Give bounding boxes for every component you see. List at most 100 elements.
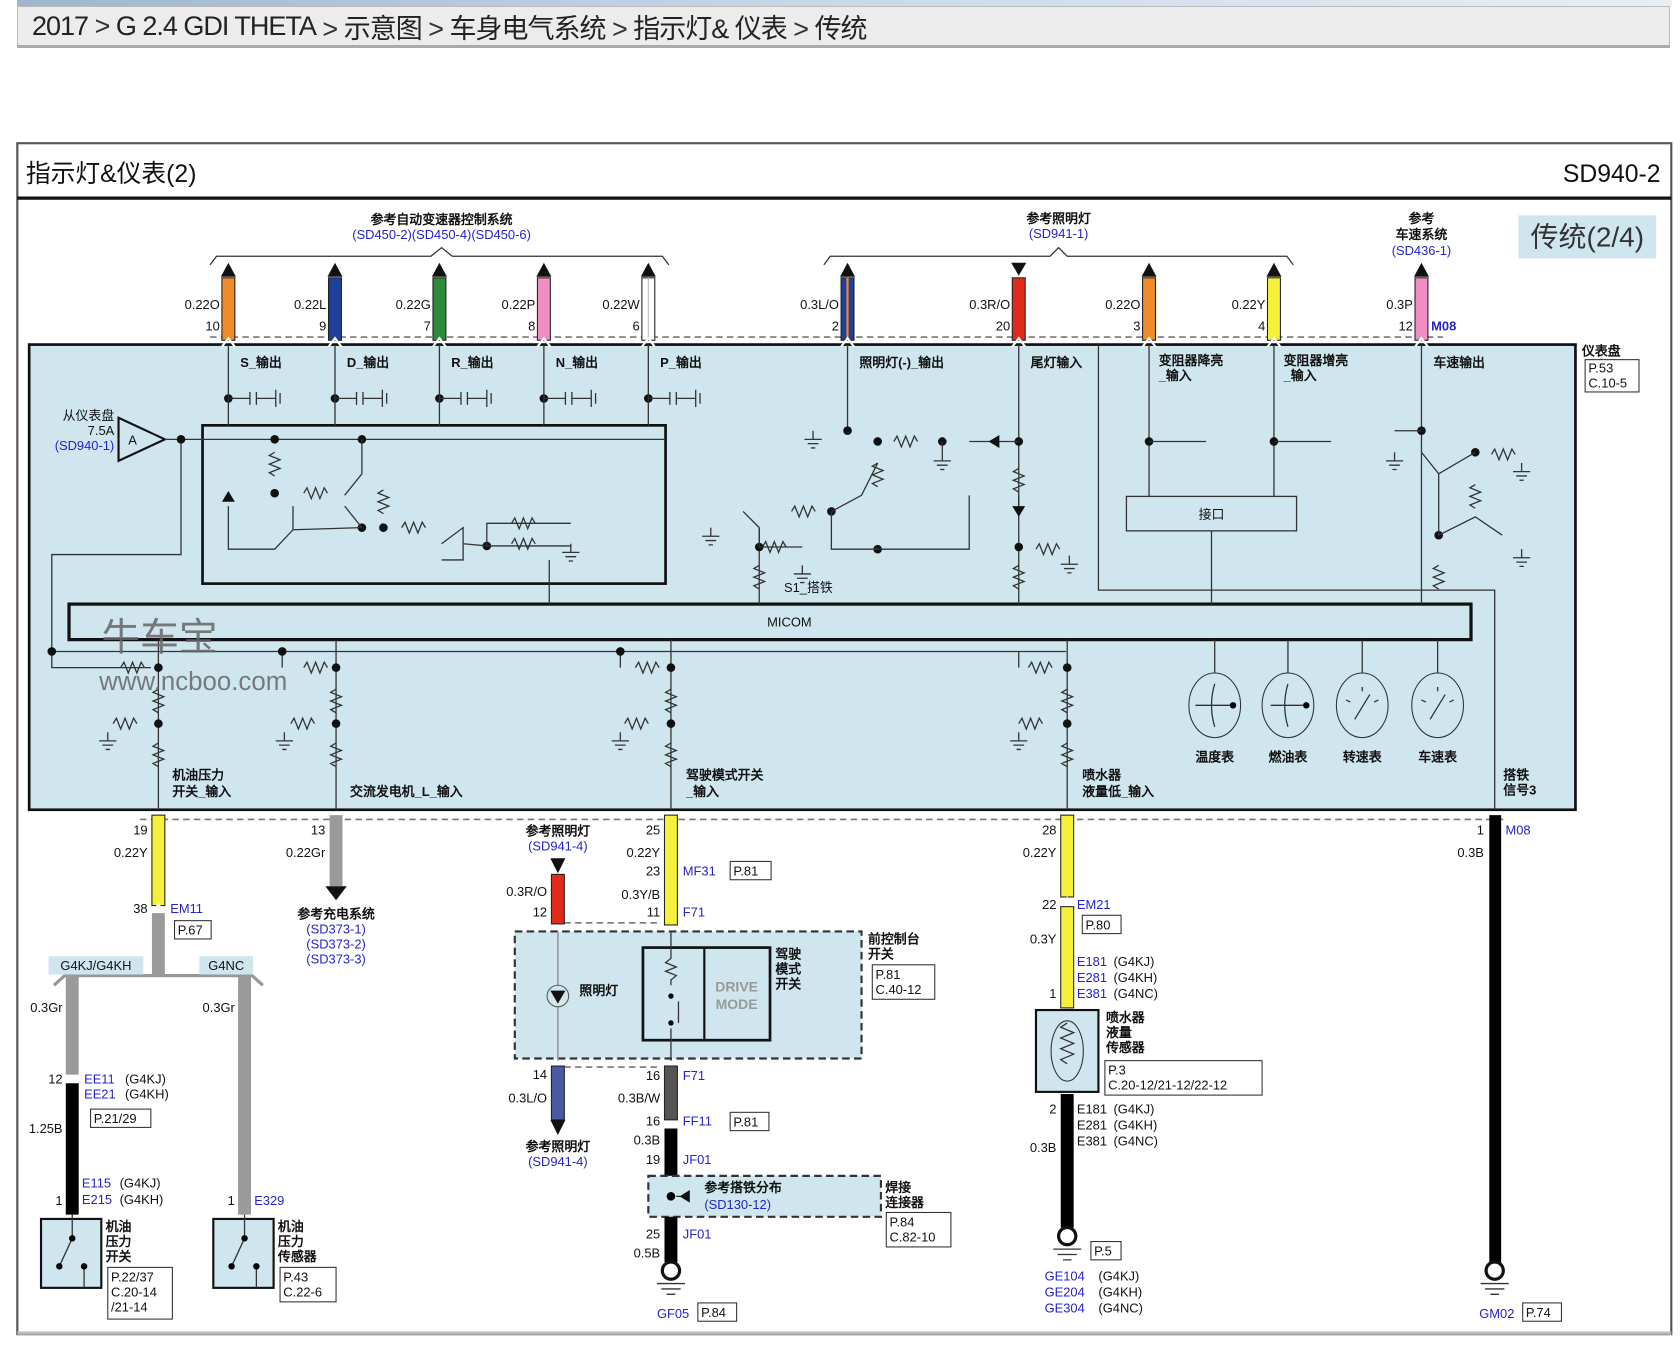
- ground-gm02-label[interactable]: GM02: [1479, 1306, 1514, 1321]
- lamp-pin: 12: [533, 904, 547, 919]
- oil-switch-conn1[interactable]: E115: [82, 1176, 111, 1191]
- oil-switch-conn2[interactable]: E215: [82, 1192, 112, 1207]
- joint-connector-label2: 连接器: [885, 1195, 925, 1210]
- drive-pin3: 11: [647, 904, 660, 919]
- drive-mode-logo2: MODE: [716, 996, 758, 1012]
- oil-switch-label1: 机油: [106, 1219, 132, 1234]
- ref-atc-codes[interactable]: (SD450-2)(SD450-4)(SD450-6): [352, 227, 531, 242]
- washer-out-var3: (G4NC): [1114, 1134, 1158, 1149]
- joint-connector-page[interactable]: P.84: [890, 1214, 915, 1229]
- washer-conn-e281[interactable]: E281: [1077, 970, 1107, 985]
- washer-conn-e181[interactable]: E181: [1077, 954, 1107, 969]
- ref-lighting-code[interactable]: (SD941-1): [1029, 226, 1089, 241]
- gndsig-connector[interactable]: M08: [1505, 823, 1530, 838]
- ground-gf05-label[interactable]: GF05: [657, 1306, 689, 1321]
- drive-conn-mf31[interactable]: MF31: [683, 863, 716, 878]
- junction-dot: [176, 435, 186, 444]
- drive-conn-jf01[interactable]: JF01: [683, 1152, 712, 1167]
- fuse-source-code[interactable]: (SD940-1): [55, 438, 115, 453]
- washer-ground-page[interactable]: P.5: [1094, 1244, 1112, 1259]
- lamp-ref2-title: 参考照明灯: [526, 1139, 591, 1154]
- oil-left-page[interactable]: P.21/29: [94, 1111, 137, 1126]
- washer-sensor-page[interactable]: P.3: [1108, 1063, 1126, 1078]
- drive-page2[interactable]: P.81: [733, 863, 758, 878]
- washer-wire-size: 0.22Y: [1023, 845, 1057, 860]
- joint-connector-label1: 焊接: [885, 1180, 911, 1195]
- diagram-title: 指示灯&仪表(2): [26, 160, 197, 188]
- input-ground-label2: 信号3: [1503, 783, 1536, 798]
- ground-ref-code[interactable]: (SD130-12): [704, 1197, 771, 1212]
- fuse-rating: 7.5A: [88, 423, 115, 438]
- ground-ge104-label[interactable]: GE104: [1045, 1268, 1085, 1283]
- lamp-ref2-code[interactable]: (SD941-4): [528, 1154, 588, 1169]
- pin-number: 6: [633, 319, 640, 334]
- junction-dot: [616, 647, 625, 656]
- oil-left-conn1[interactable]: EE11: [84, 1071, 115, 1086]
- oil-left-var1: (G4KJ): [125, 1071, 166, 1086]
- wire-ground-signal: [1489, 815, 1502, 1266]
- drive-conn-f71[interactable]: F71: [683, 904, 705, 919]
- oil-sensor-page[interactable]: P.43: [283, 1269, 308, 1284]
- oil-connector[interactable]: EM11: [170, 901, 203, 916]
- input-oil-label2: 开关_输入: [172, 784, 231, 799]
- alt-ref-code-1[interactable]: (SD373-1): [306, 922, 366, 937]
- junction-dot: [277, 647, 287, 656]
- gauge-tachometer: [1335, 672, 1389, 739]
- gauge-temperature-label: 温度表: [1195, 749, 1234, 764]
- oil-right-size: 0.3Gr: [203, 1000, 236, 1015]
- junction-dot: [1062, 719, 1072, 728]
- washer-pin3: 1: [1049, 986, 1056, 1001]
- oil-switch-page[interactable]: P.22/37: [111, 1269, 154, 1284]
- console-switch-page[interactable]: P.81: [876, 967, 901, 982]
- lamp-wire-size: 0.3R/O: [506, 884, 547, 899]
- alt-ref-code-3[interactable]: (SD373-3): [306, 952, 366, 967]
- washer-sensor-label3: 传感器: [1105, 1040, 1146, 1055]
- ground-gm02-page[interactable]: P.74: [1526, 1305, 1551, 1320]
- alt-ref-code-2[interactable]: (SD373-2): [306, 937, 366, 952]
- drive-page5[interactable]: P.81: [733, 1114, 758, 1129]
- washer-conn-e381[interactable]: E381: [1077, 986, 1107, 1001]
- wire-size: 0.22O: [185, 297, 220, 312]
- drive-pin7: 25: [646, 1226, 660, 1241]
- wire-segment: [327, 277, 342, 341]
- oil-sensor-conn[interactable]: E329: [254, 1193, 284, 1208]
- connector-id[interactable]: M08: [1431, 319, 1456, 334]
- wire-stripe: [846, 277, 849, 341]
- lamp-pin2: 14: [533, 1067, 547, 1082]
- terminal-label: N_输出: [556, 355, 598, 370]
- junction-dot: [1471, 447, 1480, 457]
- ground-ge204-label[interactable]: GE204: [1045, 1284, 1085, 1299]
- gauge-tachometer-label: 转速表: [1343, 749, 1382, 764]
- washer-conn-em21[interactable]: EM21: [1077, 897, 1111, 912]
- input-drive-label2: _输入: [685, 784, 719, 799]
- lamp-ref-code[interactable]: (SD941-4): [528, 839, 588, 854]
- washer-pin2: 22: [1042, 897, 1056, 912]
- input-washer-label2: 液量低_输入: [1082, 784, 1154, 799]
- washer-out-conn1: E181: [1077, 1101, 1107, 1116]
- oil-switch-conn-ref2: /21-14: [111, 1300, 148, 1315]
- drive-conn-f71-out[interactable]: F71: [683, 1068, 705, 1083]
- junction-dot: [331, 719, 341, 728]
- oil-left-size: 0.3Gr: [30, 1000, 63, 1015]
- oil-left-conn2[interactable]: EE21: [84, 1086, 116, 1101]
- wire-size: 0.22O: [1105, 297, 1140, 312]
- ground-ge304-label[interactable]: GE304: [1045, 1301, 1085, 1316]
- ground-gf05-page[interactable]: P.84: [701, 1305, 726, 1320]
- oil-left-var2: (G4KH): [125, 1086, 169, 1101]
- drive-conn-ff11[interactable]: FF11: [683, 1113, 712, 1128]
- ref-speed-code[interactable]: (SD436-1): [1392, 243, 1452, 258]
- junction-dot: [1062, 663, 1072, 672]
- wire-segment: [1011, 277, 1026, 341]
- oil-page[interactable]: P.67: [178, 923, 203, 938]
- oil-sensor-label3: 传感器: [277, 1249, 318, 1264]
- gauge-speedometer: [1411, 672, 1465, 739]
- washer-var1: (G4KJ): [1114, 954, 1155, 969]
- wire-segment: [1414, 277, 1429, 341]
- ref-speed-title2: 车速系统: [1396, 227, 1448, 242]
- wire-size: 0.22L: [294, 297, 326, 312]
- junction-dot: [873, 437, 882, 446]
- drive-conn-jf01-out[interactable]: JF01: [683, 1226, 712, 1241]
- washer-page2[interactable]: P.80: [1086, 917, 1111, 932]
- terminal-label: D_输出: [347, 355, 389, 370]
- oil-sensor-label2: 压力: [278, 1234, 304, 1249]
